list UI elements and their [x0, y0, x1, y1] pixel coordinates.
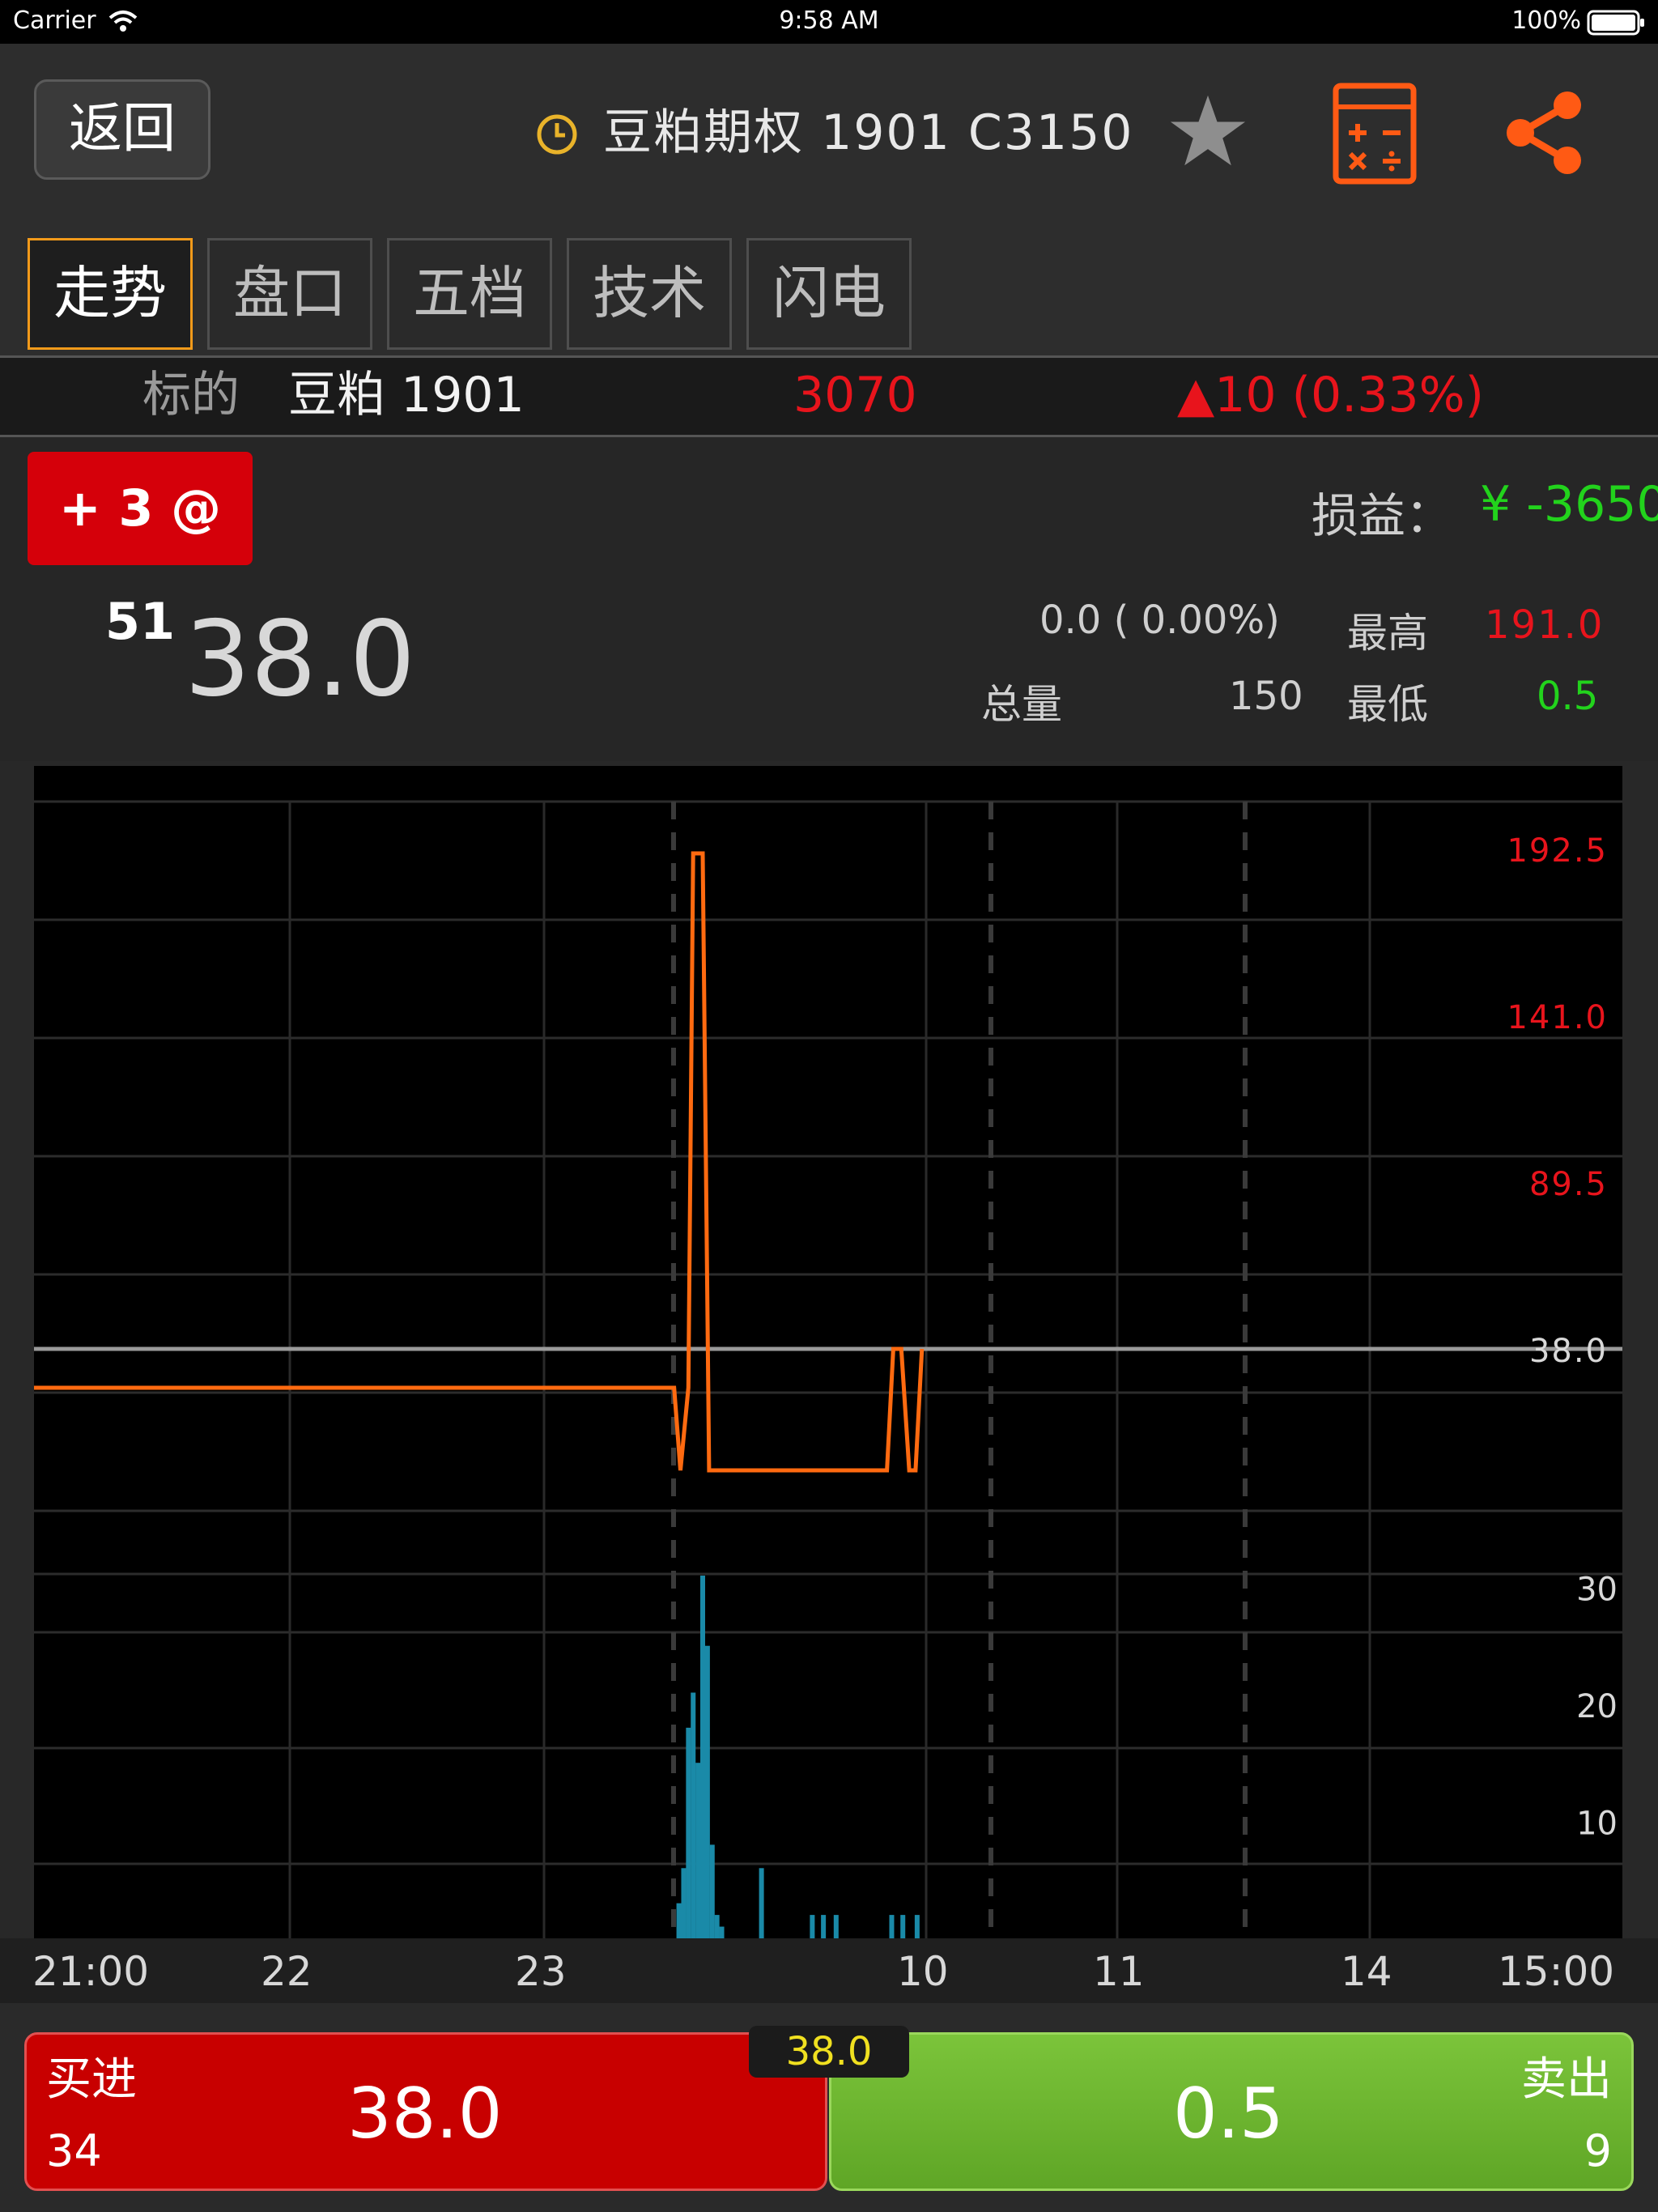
sell-price: 0.5	[1173, 2074, 1284, 2155]
clock-time: 9:58 AM	[779, 6, 879, 35]
position-badge[interactable]: + 3 @ 51	[28, 452, 253, 651]
volume-tick-label: 20	[1576, 1688, 1618, 1725]
volume-value: 150	[1229, 674, 1303, 719]
volume-tick-label: 10	[1576, 1805, 1618, 1842]
buy-quantity: 34	[46, 2125, 102, 2176]
time-tick-label: 11	[1093, 1948, 1145, 1995]
intraday-chart[interactable]: 192.5 141.0 89.5 38.0 30 20 10	[34, 766, 1622, 1938]
pnl-label: 损益：	[1312, 488, 1453, 543]
volume-bar	[714, 1915, 720, 1938]
tab-technical[interactable]: 技术	[567, 238, 732, 350]
price-tick-label: 192.5	[1507, 832, 1608, 870]
sell-label: 卖出	[1521, 2053, 1612, 2106]
trade-panel: 买进 34 38.0 卖出 9 0.5 38.0	[0, 2003, 1658, 2212]
volume-bar	[704, 1645, 710, 1938]
volume-bar	[889, 1915, 895, 1938]
pnl-value: ¥ -3650	[1480, 476, 1658, 533]
volume-bar	[681, 1868, 687, 1938]
clock-icon	[537, 114, 577, 155]
volume-bar	[914, 1915, 920, 1938]
last-price: 38.0	[185, 599, 415, 720]
volume-bar	[759, 1868, 764, 1938]
calculator-icon[interactable]	[1333, 83, 1417, 185]
volume-bar	[700, 1576, 706, 1938]
time-axis: 21:00 22 23 10 11 14 15:00	[0, 1938, 1658, 2003]
volume-bars	[676, 1576, 920, 1938]
volume-tick-label: 30	[1576, 1571, 1618, 1608]
time-tick-label: 14	[1341, 1948, 1392, 1995]
time-tick-label: 15:00	[1498, 1948, 1615, 1995]
time-tick-label: 22	[261, 1948, 312, 1995]
tab-bar: 走势 盘口 五档 技术 闪电	[0, 217, 1658, 358]
high-label: 最高	[1347, 610, 1428, 657]
underlying-row: 标的 豆粕 1901 3070 ▲10 (0.33%)	[0, 358, 1658, 437]
time-tick-label: 21:00	[32, 1948, 150, 1995]
back-button[interactable]: 返回	[34, 79, 210, 180]
volume-axis-labels: 30 20 10	[1576, 1571, 1618, 1842]
tab-trend[interactable]: 走势	[28, 238, 193, 350]
volume-bar	[810, 1915, 815, 1938]
underlying-label: 标的	[142, 367, 240, 423]
volume-bar	[695, 1763, 701, 1938]
volume-bar	[676, 1903, 682, 1938]
battery-percent: 100%	[1511, 6, 1581, 35]
price-tick-label: 38.0	[1529, 1333, 1608, 1370]
low-label: 最低	[1347, 681, 1428, 728]
time-tick-label: 10	[897, 1948, 949, 1995]
page-title: 豆粕期权 1901 C3150	[603, 104, 1134, 161]
chart-grid	[34, 800, 1622, 1938]
high-value: 191.0	[1485, 602, 1605, 648]
volume-bar	[691, 1692, 696, 1938]
sell-button[interactable]: 卖出 9 0.5	[829, 2032, 1634, 2191]
price-change: 0.0 ( 0.00%)	[1039, 598, 1280, 643]
mid-price-tag: 38.0	[749, 2026, 909, 2078]
underlying-price: 3070	[793, 367, 917, 423]
underlying-name: 豆粕 1901	[288, 367, 525, 423]
tab-orderbook[interactable]: 盘口	[207, 238, 372, 350]
quote-panel: + 3 @ 51 损益： ¥ -3650 38.0 0.0 ( 0.00%) 最…	[0, 437, 1658, 761]
volume-bar	[686, 1727, 691, 1938]
tab-five-levels[interactable]: 五档	[387, 238, 552, 350]
tab-lightning[interactable]: 闪电	[746, 238, 912, 350]
time-tick-label: 23	[515, 1948, 567, 1995]
volume-bar	[709, 1844, 715, 1938]
volume-label: 总量	[981, 681, 1062, 728]
price-axis-labels: 192.5 141.0 89.5 38.0	[1507, 832, 1608, 1370]
star-icon[interactable]	[1169, 92, 1247, 170]
price-series-line	[34, 851, 925, 1473]
low-value: 0.5	[1537, 674, 1599, 719]
price-line	[34, 851, 925, 1473]
volume-bar	[833, 1915, 839, 1938]
buy-button[interactable]: 买进 34 38.0	[24, 2032, 827, 2191]
volume-bar	[821, 1915, 827, 1938]
status-bar: Carrier 9:58 AM 100%	[0, 0, 1658, 44]
share-icon[interactable]	[1501, 89, 1585, 177]
sell-quantity: 9	[1584, 2125, 1612, 2176]
price-tick-label: 141.0	[1507, 999, 1608, 1036]
battery-icon	[1587, 10, 1644, 36]
price-tick-label: 89.5	[1529, 1166, 1608, 1203]
volume-bar	[719, 1926, 725, 1938]
underlying-change: ▲10 (0.33%)	[1177, 367, 1484, 423]
volume-bar	[900, 1915, 906, 1938]
header-bar: 返回 豆粕期权 1901 C3150	[0, 44, 1658, 217]
buy-label: 买进	[46, 2053, 137, 2106]
buy-price: 38.0	[347, 2074, 503, 2155]
